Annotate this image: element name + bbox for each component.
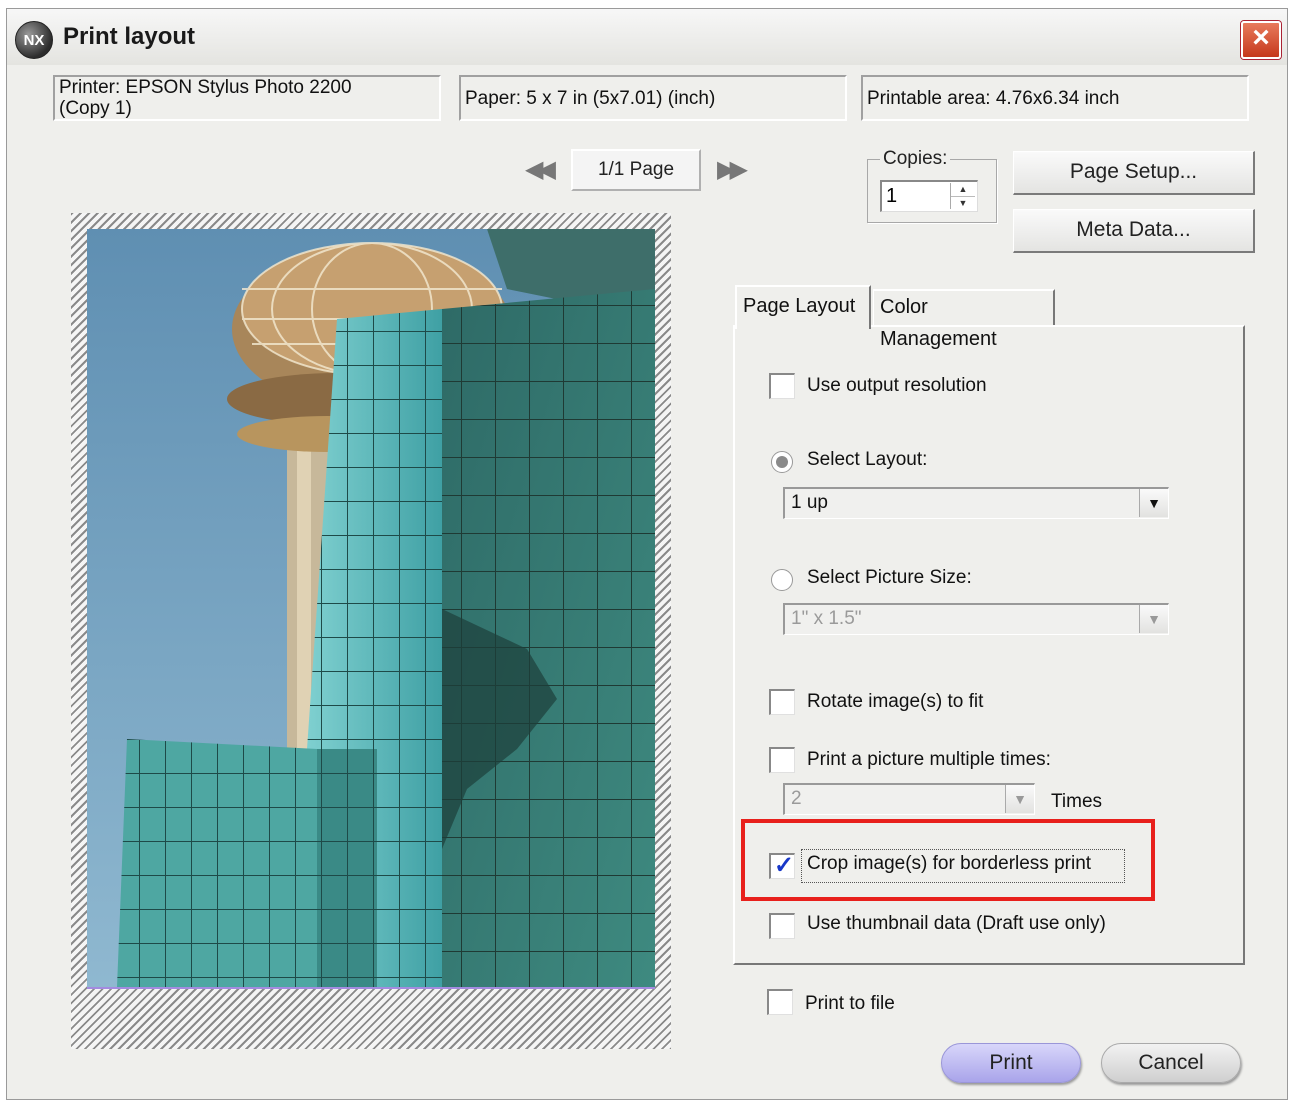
rewind-icon[interactable]: ◀◀ <box>525 155 556 184</box>
printer-info-text: Printer: EPSON Stylus Photo 2200 (Copy 1… <box>59 77 352 119</box>
print-to-file-label: Print to file <box>805 993 895 1014</box>
select-picture-size-label: Select Picture Size: <box>807 567 972 588</box>
page-setup-button[interactable]: Page Setup... <box>1013 151 1255 195</box>
close-icon[interactable]: × <box>1241 21 1281 59</box>
fast-forward-icon[interactable]: ▶▶ <box>717 155 748 184</box>
picture-size-select[interactable]: 1" x 1.5" ▼ <box>783 603 1169 635</box>
tab-color-management[interactable]: Color Management <box>873 289 1055 350</box>
spin-down-icon[interactable]: ▼ <box>951 197 975 210</box>
nx-logo-icon: NX <box>15 21 53 59</box>
copies-group: Copies: 1 ▲ ▼ <box>867 148 997 223</box>
meta-data-button[interactable]: Meta Data... <box>1013 209 1255 253</box>
rotate-to-fit-checkbox[interactable] <box>769 689 795 715</box>
print-layout-dialog: NX Print layout × Printer: EPSON Stylus … <box>6 8 1288 1100</box>
highlight-box <box>741 819 1155 901</box>
copies-value: 1 <box>886 185 898 207</box>
chevron-down-icon[interactable]: ▼ <box>1139 489 1168 517</box>
use-thumbnail-checkbox[interactable] <box>769 913 795 939</box>
copies-label: Copies: <box>880 148 951 170</box>
paper-info: Paper: 5 x 7 in (5x7.01) (inch) <box>459 75 847 121</box>
page-indicator: 1/1 Page <box>571 149 701 191</box>
print-to-file-checkbox[interactable] <box>767 989 793 1015</box>
use-output-resolution-checkbox[interactable] <box>769 373 795 399</box>
window-title: Print layout <box>63 23 196 50</box>
layout-select-value: 1 up <box>791 492 828 513</box>
paper-info-text: Paper: 5 x 7 in (5x7.01) (inch) <box>465 88 716 109</box>
layout-select[interactable]: 1 up ▼ <box>783 487 1169 519</box>
printer-info: Printer: EPSON Stylus Photo 2200 (Copy 1… <box>53 75 441 121</box>
copies-spin[interactable]: ▲ ▼ <box>950 183 975 209</box>
preview-photo <box>87 229 655 989</box>
times-label: Times <box>1051 791 1103 812</box>
times-select[interactable]: 2 ▼ <box>783 783 1035 815</box>
times-select-value: 2 <box>791 788 802 809</box>
print-button[interactable]: Print <box>941 1043 1081 1083</box>
use-output-resolution-label: Use output resolution <box>807 375 987 396</box>
printable-area-text: Printable area: 4.76x6.34 inch <box>867 88 1120 109</box>
picture-size-select-value: 1" x 1.5" <box>791 608 862 629</box>
select-picture-size-radio[interactable] <box>771 569 793 591</box>
select-layout-label: Select Layout: <box>807 449 928 470</box>
print-preview <box>71 213 671 1049</box>
print-multiple-checkbox[interactable] <box>769 747 795 773</box>
rotate-to-fit-label: Rotate image(s) to fit <box>807 691 984 712</box>
print-multiple-label: Print a picture multiple times: <box>807 749 1051 770</box>
use-thumbnail-label: Use thumbnail data (Draft use only) <box>807 913 1106 934</box>
tab-page-layout[interactable]: Page Layout <box>735 285 871 329</box>
copies-stepper[interactable]: 1 ▲ ▼ <box>880 180 978 212</box>
title-bar: NX Print layout × <box>7 9 1287 65</box>
chevron-down-icon[interactable]: ▼ <box>1005 785 1034 813</box>
select-layout-radio[interactable] <box>771 451 793 473</box>
chevron-down-icon[interactable]: ▼ <box>1139 605 1168 633</box>
cancel-button[interactable]: Cancel <box>1101 1043 1241 1083</box>
printable-area-info: Printable area: 4.76x6.34 inch <box>861 75 1249 121</box>
spin-up-icon[interactable]: ▲ <box>951 183 975 197</box>
